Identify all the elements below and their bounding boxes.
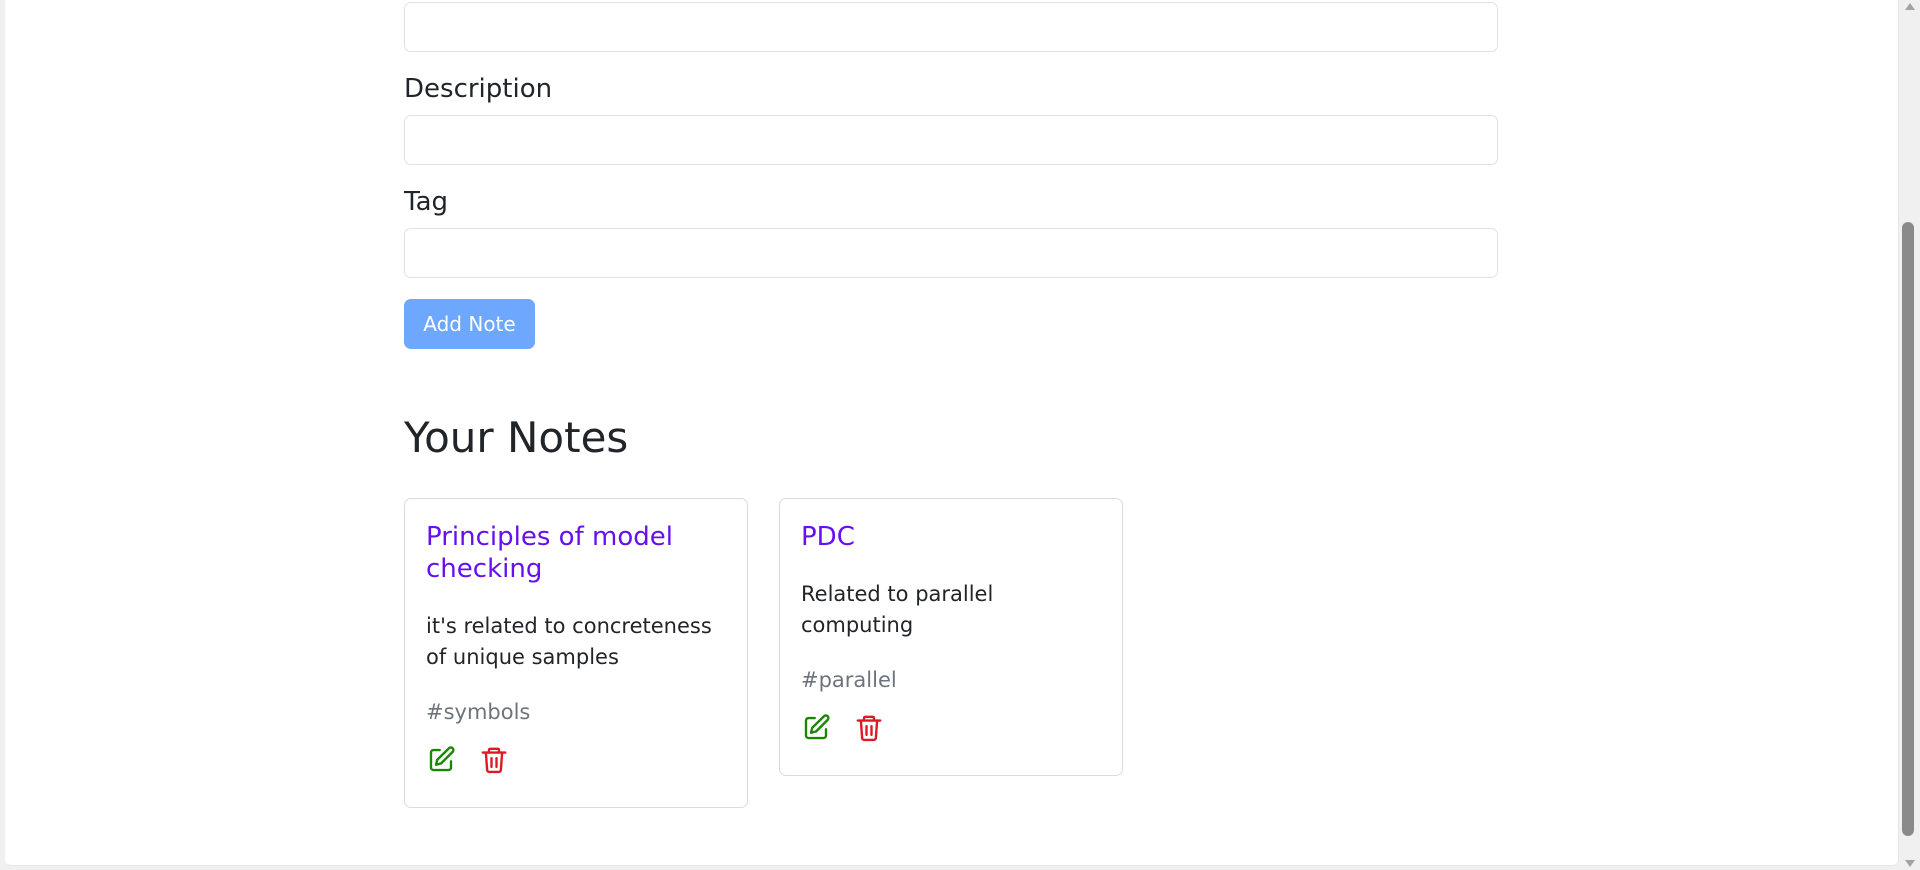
scroll-down-arrow-icon[interactable] bbox=[1905, 860, 1915, 867]
note-description: it's related to concreteness of unique s… bbox=[426, 614, 712, 669]
note-card: Principles of model checking it's relate… bbox=[404, 498, 748, 808]
tag-input[interactable] bbox=[404, 228, 1498, 278]
add-note-button[interactable]: Add Note bbox=[404, 299, 535, 349]
vertical-scrollbar[interactable] bbox=[1899, 0, 1920, 870]
trash-icon[interactable] bbox=[479, 745, 509, 775]
note-title: PDC bbox=[801, 522, 855, 552]
note-actions bbox=[426, 745, 726, 775]
edit-icon[interactable] bbox=[426, 745, 456, 775]
note-actions bbox=[801, 713, 1101, 743]
scrollbar-thumb[interactable] bbox=[1902, 222, 1914, 836]
page-viewport: Description Tag Add Note Your Notes Prin… bbox=[5, 0, 1899, 866]
note-tag: #symbols bbox=[426, 700, 531, 724]
notes-heading: Your Notes bbox=[404, 413, 629, 462]
note-card: PDC Related to parallel computing #paral… bbox=[779, 498, 1123, 776]
scroll-up-arrow-icon[interactable] bbox=[1905, 3, 1915, 10]
tag-label: Tag bbox=[404, 187, 449, 217]
description-label: Description bbox=[404, 74, 553, 104]
note-description: Related to parallel computing bbox=[801, 582, 994, 637]
note-title: Principles of model checking bbox=[426, 522, 673, 584]
description-input[interactable] bbox=[404, 115, 1498, 165]
edit-icon[interactable] bbox=[801, 713, 831, 743]
trash-icon[interactable] bbox=[854, 713, 884, 743]
note-tag: #parallel bbox=[801, 668, 897, 692]
title-input[interactable] bbox=[404, 2, 1498, 52]
